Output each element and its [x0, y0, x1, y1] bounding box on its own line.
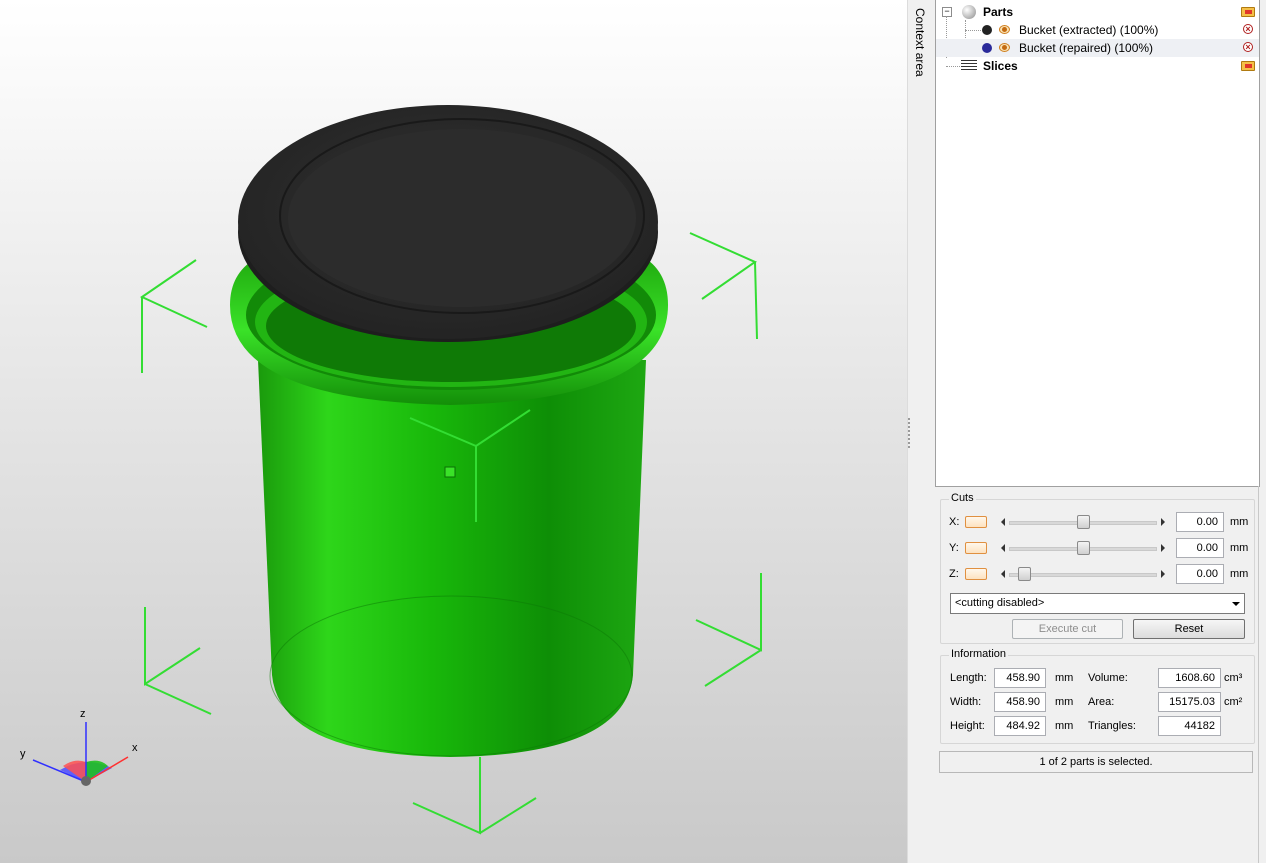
tree-node-parts[interactable]: − Parts — [936, 3, 1259, 21]
cut-x-unit: mm — [1230, 516, 1249, 528]
cut-x-slider[interactable] — [999, 515, 1167, 529]
volume-label: Volume: — [1088, 672, 1128, 684]
height-value[interactable]: 484.92 — [994, 716, 1046, 736]
slider-left-arrow-icon[interactable] — [1001, 518, 1005, 526]
bucket-lid — [238, 105, 658, 342]
parts-icon — [962, 5, 976, 19]
cuts-title: Cuts — [949, 492, 976, 504]
width-unit: mm — [1055, 696, 1074, 708]
height-unit: mm — [1055, 720, 1074, 732]
selection-marker — [444, 466, 456, 478]
cut-mode-value: <cutting disabled> — [955, 597, 1045, 609]
cut-z-toggle[interactable] — [965, 568, 987, 580]
splitter-grip[interactable] — [908, 418, 913, 448]
cut-y-value[interactable]: 0.00 — [1176, 538, 1224, 558]
cut-z-unit: mm — [1230, 568, 1249, 580]
cut-x-value[interactable]: 0.00 — [1176, 512, 1224, 532]
height-label: Height: — [950, 720, 985, 732]
cut-z-slider[interactable] — [999, 567, 1167, 581]
visibility-eye-icon[interactable] — [999, 43, 1010, 52]
cut-y-unit: mm — [1230, 542, 1249, 554]
triangles-label: Triangles: — [1088, 720, 1136, 732]
remove-icon[interactable]: × — [1243, 24, 1253, 34]
cut-y-toggle[interactable] — [965, 542, 987, 554]
cut-x-toggle[interactable] — [965, 516, 987, 528]
slider-thumb[interactable] — [1077, 541, 1090, 555]
cut-mode-select[interactable]: <cutting disabled> — [950, 593, 1245, 614]
area-label: Area: — [1088, 696, 1115, 708]
slider-left-arrow-icon[interactable] — [1001, 570, 1005, 578]
context-area-label[interactable]: Context area — [913, 8, 927, 77]
cut-x-label: X: — [949, 516, 960, 528]
collapse-toggle-icon[interactable]: − — [942, 7, 952, 17]
slices-icon — [961, 60, 977, 72]
area-unit: cm² — [1224, 696, 1243, 708]
slider-right-arrow-icon[interactable] — [1161, 518, 1165, 526]
context-panel: − Parts Bucket (extracted) (100%) × Buck… — [935, 0, 1266, 863]
volume-value[interactable]: 1608.60 — [1158, 668, 1221, 688]
information-title: Information — [949, 648, 1009, 660]
slider-right-arrow-icon[interactable] — [1161, 544, 1165, 552]
3d-viewport[interactable]: z y x — [0, 0, 907, 863]
axis-x-label: x — [132, 742, 138, 754]
cut-y-slider[interactable] — [999, 541, 1167, 555]
triangles-value[interactable]: 44182 — [1158, 716, 1221, 736]
area-value[interactable]: 15175.03 — [1158, 692, 1221, 712]
parts-tree[interactable]: − Parts Bucket (extracted) (100%) × Buck… — [935, 0, 1260, 487]
slider-left-arrow-icon[interactable] — [1001, 544, 1005, 552]
slices-label: Slices — [983, 59, 1018, 73]
width-value[interactable]: 458.90 — [994, 692, 1046, 712]
remove-icon[interactable]: × — [1243, 42, 1253, 52]
cut-y-label: Y: — [949, 542, 959, 554]
cut-z-label: Z: — [949, 568, 959, 580]
axis-y-label: y — [20, 748, 26, 760]
part-label: Bucket (extracted) (100%) — [1019, 23, 1159, 37]
selection-status: 1 of 2 parts is selected. — [939, 751, 1253, 773]
color-dot-icon[interactable] — [982, 43, 992, 53]
length-label: Length: — [950, 672, 987, 684]
part-label: Bucket (repaired) (100%) — [1019, 41, 1154, 55]
length-unit: mm — [1055, 672, 1074, 684]
reset-button[interactable]: Reset — [1133, 619, 1245, 639]
axis-z-label: z — [80, 708, 86, 720]
visibility-eye-icon[interactable] — [999, 25, 1010, 34]
tree-item-bucket-repaired[interactable]: Bucket (repaired) (100%) × — [936, 39, 1259, 57]
slider-thumb[interactable] — [1018, 567, 1031, 581]
model-render[interactable] — [0, 0, 907, 863]
open-folder-icon[interactable] — [1241, 61, 1255, 71]
cut-z-value[interactable]: 0.00 — [1176, 564, 1224, 584]
length-value[interactable]: 458.90 — [994, 668, 1046, 688]
color-dot-icon[interactable] — [982, 25, 992, 35]
width-label: Width: — [950, 696, 982, 708]
tree-item-bucket-extracted[interactable]: Bucket (extracted) (100%) × — [936, 21, 1259, 39]
execute-cut-button[interactable]: Execute cut — [1012, 619, 1123, 639]
tree-node-slices[interactable]: Slices — [936, 57, 1259, 75]
open-folder-icon[interactable] — [1241, 7, 1255, 17]
slider-right-arrow-icon[interactable] — [1161, 570, 1165, 578]
chevron-down-icon[interactable] — [1232, 602, 1240, 606]
panel-divider — [1258, 486, 1259, 863]
parts-label: Parts — [983, 5, 1014, 19]
slider-thumb[interactable] — [1077, 515, 1090, 529]
axes-gizmo — [32, 722, 129, 786]
volume-unit: cm³ — [1224, 672, 1243, 684]
